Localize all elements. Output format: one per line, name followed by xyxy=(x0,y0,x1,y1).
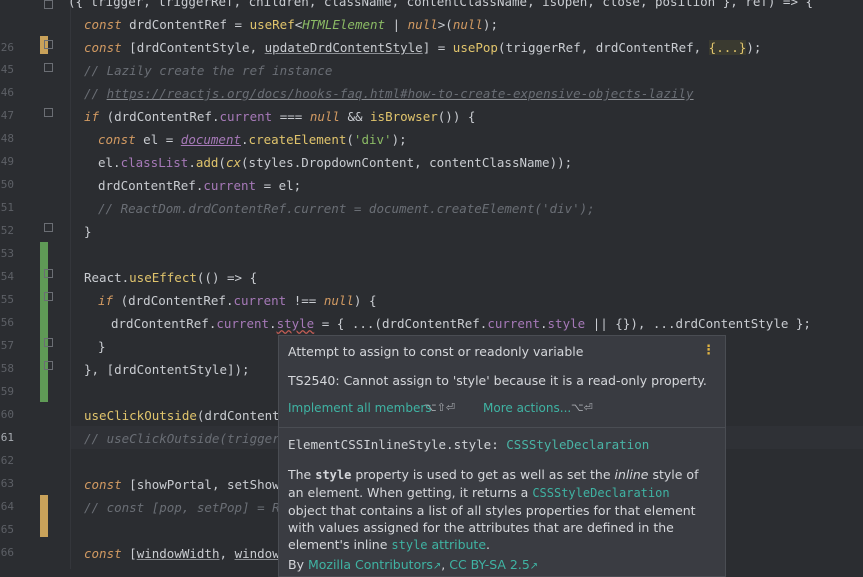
shortcut-hint: ⌥⇧⏎ xyxy=(424,401,456,414)
line-number: 53 xyxy=(0,247,14,260)
code-line: const [showPortal, setShowPo xyxy=(84,477,295,492)
mozilla-contributors-link[interactable]: Mozilla Contributors xyxy=(308,557,433,572)
code-comment: // https://reactjs.org/docs/hooks-faq.ht… xyxy=(84,86,694,101)
fold-toggle-icon[interactable] xyxy=(44,63,53,72)
line-number: 58 xyxy=(0,362,14,375)
shortcut-hint: ⌥⏎ xyxy=(571,401,593,414)
code-line: const [windowWidth, windowHe xyxy=(84,546,295,561)
line-number: 65 xyxy=(0,523,14,536)
code-comment: // const [pop, setPop] = Rea xyxy=(84,500,295,515)
line-number: 50 xyxy=(0,178,14,191)
code-line: useClickOutside(drdContentRe xyxy=(84,408,295,423)
license-link[interactable]: CC BY-SA 2.5 xyxy=(449,557,530,572)
line-number: 62 xyxy=(0,454,14,467)
line-number: 64 xyxy=(0,500,14,513)
line-number xyxy=(0,0,14,13)
code-comment: // useClickOutside(triggerRe xyxy=(84,431,295,446)
line-number: 45 xyxy=(0,63,14,76)
code-line: const el = document.createElement('div')… xyxy=(98,132,407,147)
error-tooltip: Attempt to assign to const or readonly v… xyxy=(278,335,726,577)
documentation-text: The style property is used to get as wel… xyxy=(288,467,699,552)
code-line: if (drdContentRef.current === null && is… xyxy=(84,109,476,124)
fold-toggle-icon[interactable] xyxy=(44,292,53,301)
line-number: 57 xyxy=(0,339,14,352)
code-comment: // Lazily create the ref instance xyxy=(84,63,333,78)
line-number: 59 xyxy=(0,385,14,398)
external-link-icon: ↗ xyxy=(529,561,539,572)
doc-source: By Mozilla Contributors↗, CC BY-SA 2.5↗ xyxy=(288,557,539,572)
type-link[interactable]: CSSStyleDeclaration xyxy=(506,437,649,452)
fold-toggle-icon[interactable] xyxy=(44,338,53,347)
line-number: 60 xyxy=(0,408,14,421)
line-number: 48 xyxy=(0,132,14,145)
type-signature: ElementCSSInlineStyle.style: CSSStyleDec… xyxy=(288,437,650,452)
code-line: drdContentRef.current = el; xyxy=(98,178,302,193)
fold-toggle-icon[interactable] xyxy=(44,361,53,370)
more-options-icon[interactable]: ⋮ xyxy=(702,343,715,358)
gutter-divider xyxy=(70,0,71,569)
fold-toggle-icon[interactable] xyxy=(44,0,53,9)
error-message: TS2540: Cannot assign to 'style' because… xyxy=(288,373,707,388)
more-actions-link[interactable]: More actions... xyxy=(483,401,571,415)
error-highlight[interactable]: style xyxy=(277,316,315,331)
editor-gutter: 26 45 46 47 48 49 50 51 52 53 54 55 56 5… xyxy=(0,0,70,569)
line-number: 55 xyxy=(0,293,14,306)
line-number-current: 61 xyxy=(0,431,14,444)
doc-link[interactable]: style xyxy=(391,538,427,552)
code-line: el.classList.add(cx(styles.DropdownConte… xyxy=(98,155,573,170)
fold-toggle-icon[interactable] xyxy=(44,108,53,117)
line-number: 54 xyxy=(0,270,14,283)
code-line: drdContentRef.current.style = { ...(drdC… xyxy=(111,316,811,331)
line-number: 46 xyxy=(0,86,14,99)
line-number: 49 xyxy=(0,155,14,168)
implement-all-members-action[interactable]: Implement all members xyxy=(288,401,432,415)
line-number: 66 xyxy=(0,546,14,559)
code-line: React.useEffect(() => { xyxy=(84,270,258,285)
doc-link[interactable]: CSSStyleDeclaration xyxy=(532,486,669,500)
code-line: } xyxy=(98,339,106,354)
fold-toggle-icon[interactable] xyxy=(44,223,53,232)
vcs-modified-marker[interactable] xyxy=(40,495,48,537)
external-link-icon: ↗ xyxy=(432,561,442,572)
code-line: const [drdContentStyle, updateDrdContent… xyxy=(84,40,762,55)
code-line: }, [drdContentStyle]); xyxy=(84,362,250,377)
code-line: ({ trigger, triggerRef, children, classN… xyxy=(68,0,814,9)
line-number: 56 xyxy=(0,316,14,329)
vcs-added-marker[interactable] xyxy=(40,242,48,402)
code-comment: // ReactDom.drdContentRef.current = docu… xyxy=(98,201,595,216)
line-number: 63 xyxy=(0,477,14,490)
code-line: const drdContentRef = useRef<HTMLElement… xyxy=(84,17,498,32)
line-number: 51 xyxy=(0,201,14,214)
line-number: 26 xyxy=(0,41,14,54)
line-number: 47 xyxy=(0,109,14,122)
tooltip-divider xyxy=(279,427,725,428)
tooltip-error-section: Attempt to assign to const or readonly v… xyxy=(279,336,725,427)
comment-link[interactable]: https://reactjs.org/docs/hooks-faq.html#… xyxy=(107,86,694,101)
code-line: } xyxy=(84,224,92,239)
line-number: 52 xyxy=(0,224,14,237)
tooltip-title: Attempt to assign to const or readonly v… xyxy=(288,344,584,359)
code-line: if (drdContentRef.current !== null) { xyxy=(98,293,377,308)
fold-toggle-icon[interactable] xyxy=(44,40,53,49)
fold-toggle-icon[interactable] xyxy=(44,269,53,278)
